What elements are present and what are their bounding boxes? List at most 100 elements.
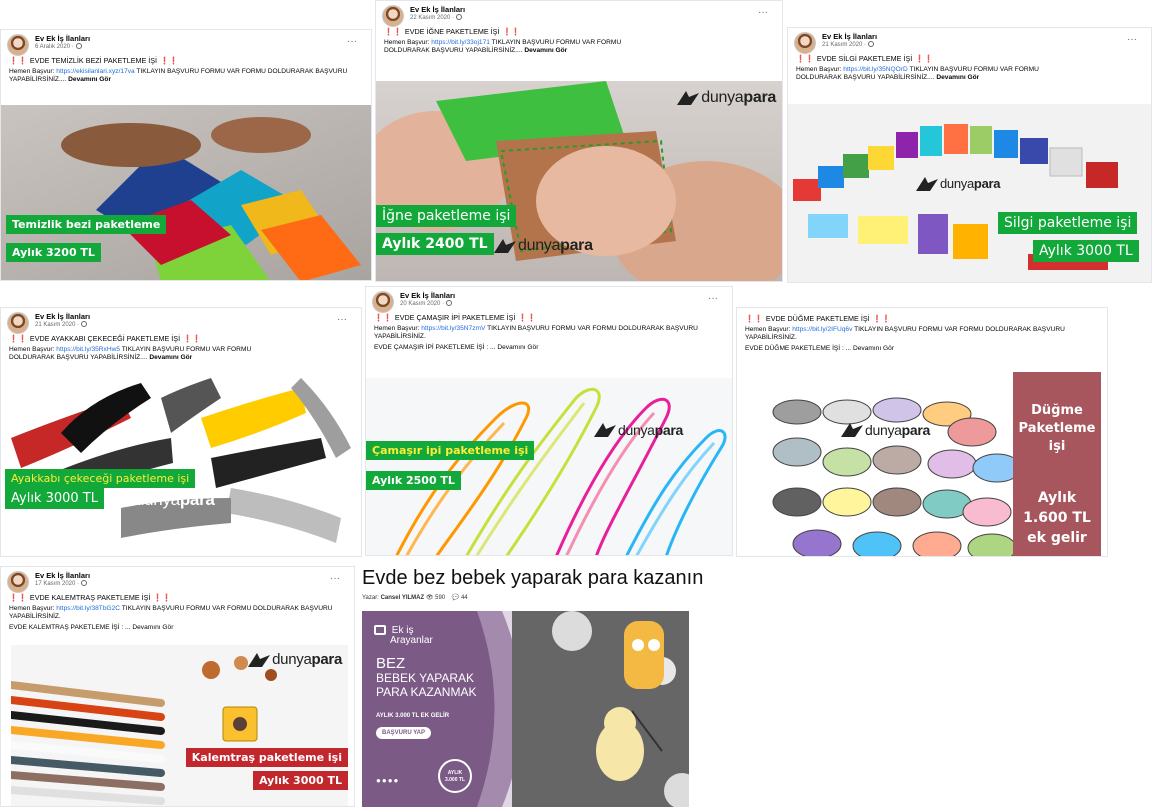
post-link[interactable]: https://bit.ly/35NQOrD [843,66,908,73]
exclamation-icon: ❗❗ [183,334,201,343]
brand-text-b: para [654,422,684,438]
post-text-secondary-body: EVDE ÇAMAŞIR İPİ PAKETLEME İŞİ : ... [374,344,496,351]
post-header: Ev Ek İş İlanları 21 Kasım 2020 · ··· [788,28,1151,54]
author-name[interactable]: Ev Ek İş İlanları [35,312,90,321]
briefcase-icon [374,625,386,635]
avatar[interactable] [794,32,816,54]
side-amount-line-1: Aylık [1037,490,1077,506]
youtube-icon[interactable]: ● [394,776,400,785]
post-kalemtras: Ev Ek İş İlanları 17 Kasım 2020 · ··· ❗❗… [0,566,355,807]
salary-label: Aylık 3000 TL [253,771,348,790]
globe-icon [81,580,88,586]
post-dugme: ❗❗ EVDE DÜĞME PAKETLEME İŞİ ❗❗ Hemen Başvu… [736,307,1108,557]
post-title: ❗❗ EVDE SİLGİ PAKETLEME İŞİ ❗❗ [788,54,1151,64]
banner-subtitle: AYLIK 3.000 TL EK GELİR [376,713,450,719]
side-amount-line-3: ek gelir [1027,530,1087,546]
post-link[interactable]: https://bit.ly/38TbG2C [56,605,120,612]
exclamation-icon: ❗❗ [9,56,27,65]
brand-text-a: dunya [618,422,655,438]
post-date-text[interactable]: 21 Kasım 2020 · [822,42,866,48]
post-date-text[interactable]: 17 Kasım 2020 · [35,581,79,587]
salary-badge: AYLIK 3.000 TL [438,759,472,793]
post-link[interactable]: https://ekisilanlari.xyz/17va [56,68,134,75]
post-date: 17 Kasım 2020 · [35,580,90,588]
post-text-secondary: EVDE KALEMTRAŞ PAKETLEME İŞİ : ... Devam… [1,621,354,632]
post-camasir-ipi: Ev Ek İş İlanları 20 Kasım 2020 · ··· ❗❗… [365,286,733,556]
post-ayakkabi-cekecegi: Ev Ek İş İlanları 21 Kasım 2020 · ··· ❗❗… [0,307,362,557]
exclamation-icon: ❗❗ [374,313,392,322]
more-options-icon[interactable]: ··· [347,36,357,47]
post-image[interactable]: Ayakkabı çekeceği paketleme işi Aylık 30… [1,378,361,556]
article-banner[interactable]: Ek iş Arayanlar BEZ BEBEK YAPARAK PARA K… [362,611,689,807]
globe-icon [81,321,88,327]
brand-text-a: dunya [701,89,744,106]
see-more-link[interactable]: Devamını Gör [853,345,894,352]
side-amount-line-2: 1.600 TL [1023,510,1091,526]
see-more-link[interactable]: Devamını Gör [132,624,173,631]
author-label: Yazar: [362,595,379,601]
globe-icon [446,300,453,306]
author-name[interactable]: Ev Ek İş İlanları [410,5,465,14]
author-name[interactable]: Ev Ek İş İlanları [35,571,90,580]
post-image[interactable]: dunya para Kalemtraş paketleme işi Aylık … [11,645,348,806]
post-link[interactable]: https://bit.ly/35N7zmV [421,325,485,332]
post-text: Hemen Başvur: https://bit.ly/38TbG2C TIK… [1,603,341,621]
author-name[interactable]: Ev Ek İş İlanları [822,32,877,41]
see-more-link[interactable]: Devamını Gör [524,47,567,54]
job-label: Çamaşır ipi paketleme işi [366,441,535,460]
see-more-link[interactable]: Devamını Gör [936,74,979,81]
job-label: Kalemtraş paketleme işi [185,748,348,767]
post-image[interactable]: dunya para Silgi paketleme işi Aylık 3000… [788,104,1151,282]
post-link[interactable]: https://bit.ly/33oj171 [431,39,490,46]
post-link[interactable]: https://bit.ly/2IFUq6v [792,326,852,333]
post-text: Hemen Başvur: https://bit.ly/35N7zmV TIK… [366,323,726,341]
avatar[interactable] [7,312,29,334]
post-text-prefix: Hemen Başvur: [9,605,57,612]
post-date-text[interactable]: 21 Kasım 2020 · [35,322,79,328]
post-date-text[interactable]: 6 Aralık 2020 · [35,44,74,50]
see-more-link[interactable]: Devamını Gör [149,354,192,361]
post-image[interactable]: dunya para Çamaşır ipi paketleme işi Aylı… [366,378,732,555]
post-title-text: EVDE İĞNE PAKETLEME İŞİ [404,27,500,36]
brand-bird-icon [494,239,516,253]
post-image[interactable]: Düğme Paketleme işi Aylık 1.600 TL ek ge… [737,372,1101,556]
eye-icon: 👁 [425,595,434,601]
social-icons: ●●●● [376,776,399,785]
post-link[interactable]: https://bit.ly/35RxHw5 [56,346,120,353]
more-options-icon[interactable]: ··· [708,293,718,304]
author-name[interactable]: Ev Ek İş İlanları [35,34,90,43]
post-image[interactable]: dunya para İğne paketleme işi Aylık 2400 … [376,81,782,281]
job-label: İğne paketleme işi [376,205,517,227]
banner-headline-3: PARA KAZANMAK [376,685,477,699]
more-options-icon[interactable]: ··· [1127,34,1137,45]
more-options-icon[interactable]: ··· [758,7,768,18]
post-text-prefix: Hemen Başvur: [9,346,57,353]
post-date-text[interactable]: 22 Kasım 2020 · [410,15,454,21]
article-author[interactable]: Cansel YILMAZ [381,595,425,601]
see-more-link[interactable]: Devamını Gör [68,76,111,83]
avatar[interactable] [382,5,404,27]
post-image[interactable]: Temizlik bezi paketleme Aylık 3200 TL [1,105,371,280]
article-meta: Yazar: Cansel YILMAZ 👁 590 💬 44 [362,594,468,601]
post-header: Ev Ek İş İlanları 20 Kasım 2020 · ··· [366,287,732,313]
more-options-icon[interactable]: ··· [330,573,340,584]
salary-label: Aylık 3000 TL [5,488,104,509]
post-date-text[interactable]: 20 Kasım 2020 · [400,301,444,307]
more-options-icon[interactable]: ··· [337,314,347,325]
apply-button[interactable]: BAŞVURU YAP [376,727,432,739]
post-title-text: EVDE SİLGİ PAKETLEME İŞİ [816,54,913,63]
brand-bird-icon [677,91,700,105]
author-name[interactable]: Ev Ek İş İlanları [400,291,455,300]
brand-bird-icon [916,176,938,191]
brand-text-b: para [743,89,776,106]
avatar[interactable] [7,571,29,593]
avatar[interactable] [7,34,29,56]
post-title-text: EVDE DÜĞME PAKETLEME İŞİ [765,314,870,323]
brand-bird-icon [841,423,863,437]
see-more-link[interactable]: Devamını Gör [497,344,538,351]
post-text-prefix: Hemen Başvur: [374,325,422,332]
brand-text-a: dunya [865,422,902,438]
article-title[interactable]: Evde bez bebek yaparak para kazanın [362,567,703,590]
avatar[interactable] [372,291,394,313]
badge-line-1: AYLIK [447,770,463,776]
